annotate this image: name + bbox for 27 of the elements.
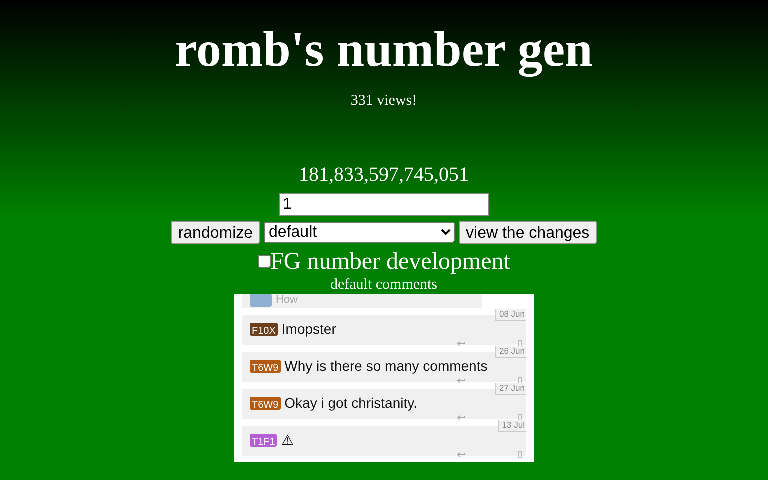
checkbox-label: FG number development xyxy=(270,248,510,276)
user-tag: T6W9 xyxy=(250,360,281,373)
comment-text: Okay i got christanity. xyxy=(284,394,418,413)
reply-icon[interactable] xyxy=(456,450,466,458)
seed-field[interactable]: 1 xyxy=(279,193,489,216)
comment-text: Why is there so many comments xyxy=(284,357,488,376)
page-title: romb's number gen xyxy=(174,20,594,78)
generated-number: 181,833,597,745,051 xyxy=(298,163,470,187)
randomize-button[interactable]: randomize xyxy=(171,220,260,244)
comment-date: 13 Jul xyxy=(498,420,526,432)
comment-text: How xyxy=(276,294,298,307)
reply-icon[interactable] xyxy=(456,414,466,420)
user-tag: F10X xyxy=(250,323,278,336)
comment-date: 08 Jun xyxy=(495,308,526,320)
user-tag: T1F1 xyxy=(250,434,278,447)
comment-date: 26 Jun xyxy=(495,346,526,358)
comment-date: 27 Jun xyxy=(495,382,526,394)
reply-icon[interactable] xyxy=(456,340,466,346)
comment-text: ⚠ xyxy=(281,431,294,450)
reply-icon[interactable] xyxy=(456,376,466,384)
view-changes-button[interactable]: view the changes xyxy=(459,220,597,244)
user-tag: T6W9 xyxy=(250,397,281,410)
comment-text: Imopster xyxy=(282,320,336,339)
mode-dropdown[interactable]: default xyxy=(264,222,456,242)
comments-heading: default comments xyxy=(329,276,439,294)
view-count: 331 views! xyxy=(350,92,418,110)
development-checkbox[interactable] xyxy=(258,255,271,268)
